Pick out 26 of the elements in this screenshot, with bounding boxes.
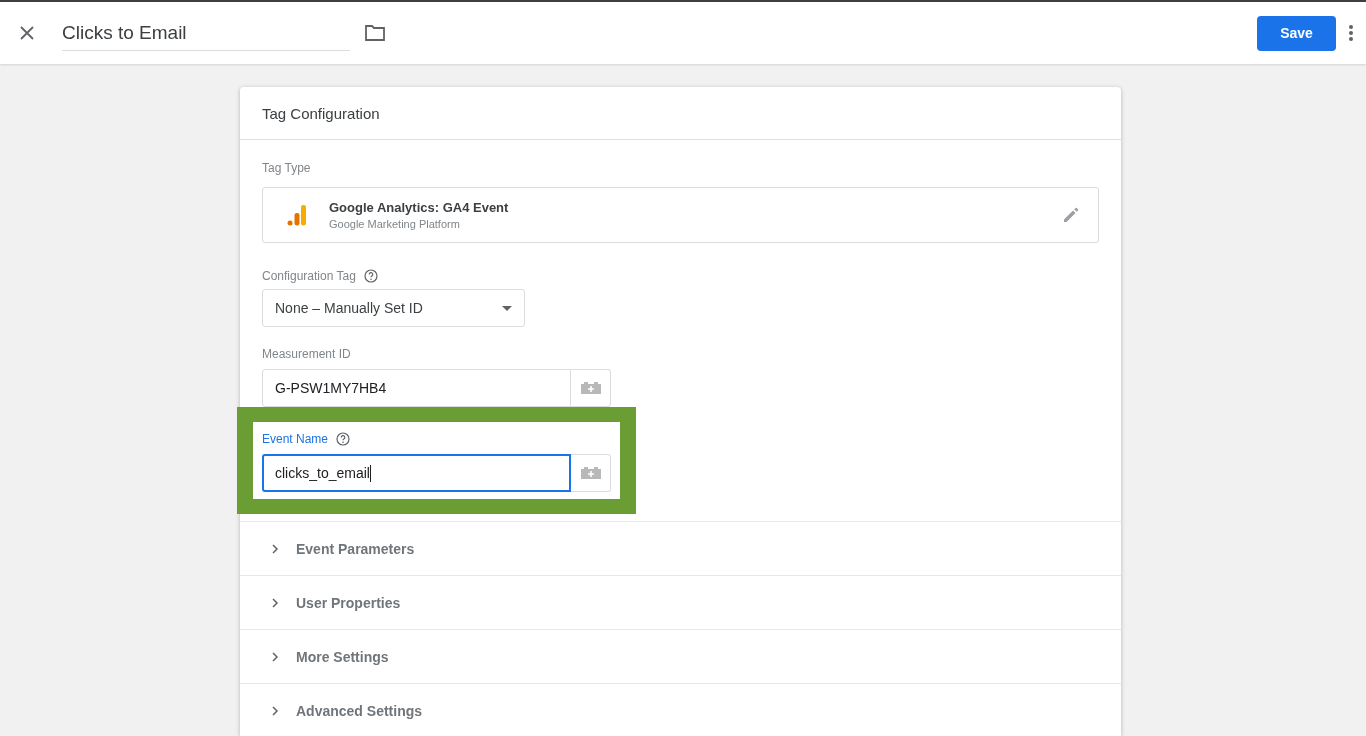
settings-section-header[interactable]: More Settings [240,629,1121,683]
field-label: Event Name [262,432,329,446]
tag-type-vendor: Google Marketing Platform [329,218,461,230]
bar-chart-icon [287,204,307,226]
settings-section-header[interactable]: Event Parameters [240,521,1121,575]
configuration-tag-dropdown[interactable]: None – Manually Set ID [262,289,525,327]
settings-section-header[interactable]: User Properties [240,575,1121,629]
tag-type-card[interactable]: Google Analytics: GA4 Event Google Marketing Platform [262,187,1099,243]
text-field[interactable]: clicks_to_email [262,454,571,492]
edit-icon[interactable] [1062,206,1080,224]
card-title: Tag Configuration [262,104,380,122]
tag-type-name: Google Analytics: GA4 Event [329,200,509,215]
save-button[interactable]: Save [1257,15,1336,51]
folder-button[interactable] [364,24,386,42]
help-icon[interactable] [336,432,351,446]
field-label: Tag Type [262,161,311,175]
more-options-icon[interactable] [1348,24,1354,42]
settings-section-header[interactable]: Advanced Settings [240,683,1121,736]
field-label: Configuration Tag [262,269,356,283]
brick-icon [579,466,602,480]
tag-name-field[interactable]: Clicks to Email [62,15,350,51]
help-icon[interactable] [363,269,378,283]
brick-icon [579,381,602,395]
caret-icon [502,305,512,311]
field-label: Measurement ID [262,347,351,361]
text-field[interactable]: G-PSW1MY7HB4 [262,369,571,407]
